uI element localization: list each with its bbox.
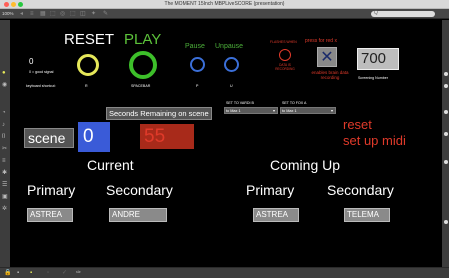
pause-heading: Pause	[185, 43, 205, 50]
gear-icon[interactable]: ✲	[2, 206, 7, 213]
current-heading: Current	[87, 157, 134, 173]
flashes-when-label: FLASHES WHEN	[270, 40, 297, 44]
recording-indicator	[279, 49, 291, 61]
toolbar: 100% ◂ ≡ ▦ ⬚ ◎ ⬚ ◫ ✦ ✎ Q	[0, 9, 449, 19]
play-button[interactable]	[129, 51, 157, 79]
screening-number-label: Screening Number	[358, 76, 388, 80]
set-to-vardi-menu[interactable]: to Max 1 ▾	[224, 107, 278, 114]
coming-up-heading: Coming Up	[270, 157, 341, 173]
play-heading: PLAY	[124, 31, 162, 48]
coming-up-secondary-label: Secondary	[327, 182, 394, 198]
current-primary-value[interactable]: ASTREA	[27, 208, 73, 222]
toolbar-icon-8[interactable]: ✦	[91, 10, 96, 18]
reset-key-label: R	[85, 84, 88, 88]
keyboard-shortcut-label: keyboard shortcut:	[26, 84, 56, 88]
search-icon: Q	[374, 10, 378, 16]
bottom-bar: 🔒 ▪ ▪ ▫ ✓ ✑	[0, 267, 449, 278]
window-title: The MOMENT 15Inch MBPLiveSCORE (presenta…	[164, 1, 285, 7]
toolbar-icon-4[interactable]: ⬚	[50, 10, 56, 18]
lock-icon[interactable]: 🔒	[4, 269, 11, 278]
settings-icon[interactable]: ◉	[2, 82, 7, 89]
data-recording-label: DATA IS RECORDING	[275, 63, 295, 71]
sliders-icon[interactable]: ≡	[2, 158, 6, 165]
set-to-fox-value: to Max 1	[282, 109, 297, 113]
set-to-vardi-label: SET TO VARDI B	[226, 101, 254, 105]
dot-icon[interactable]: ●	[2, 70, 6, 77]
seconds-remaining-value: 55	[140, 124, 194, 149]
screening-number-field[interactable]: 700	[357, 48, 399, 70]
enables-brain-data-label: enables brain data recording	[311, 70, 349, 80]
music-icon[interactable]: ♪	[2, 122, 5, 129]
check-icon[interactable]: ✓	[62, 269, 67, 278]
right-dot-5[interactable]	[444, 160, 448, 164]
coming-up-primary-label: Primary	[246, 182, 295, 198]
search-input[interactable]: Q	[371, 10, 435, 17]
coming-up-secondary-value[interactable]: TELEMA	[344, 208, 390, 222]
current-primary-label: Primary	[27, 182, 76, 198]
set-to-fox-menu[interactable]: to Max 1 ▾	[280, 107, 336, 114]
bracket-icon[interactable]: ⌷	[2, 134, 6, 141]
reset-button[interactable]	[77, 54, 99, 76]
scene-label: scene	[24, 128, 74, 148]
signal-hint: 0 = good signal	[29, 70, 54, 74]
set-to-vardi-value: to Max 1	[226, 109, 241, 113]
reset-heading: RESET	[64, 31, 115, 48]
toolbar-icon-6[interactable]: ⬚	[70, 10, 76, 18]
toolbar-icon-9[interactable]: ✎	[103, 10, 108, 18]
toolbar-icon-1[interactable]: ◂	[20, 10, 23, 18]
title-bar: The MOMENT 15Inch MBPLiveSCORE (presenta…	[0, 0, 449, 9]
unpause-key-label: U	[230, 84, 233, 88]
coming-up-primary-value[interactable]: ASTREA	[253, 208, 299, 222]
toolbar-icon-3[interactable]: ▦	[40, 10, 46, 18]
unpause-button[interactable]	[224, 57, 239, 72]
current-secondary-value[interactable]: ANDRE	[109, 208, 167, 222]
clock-icon[interactable]: ◔	[2, 110, 6, 117]
scissors-icon[interactable]: ✂	[2, 146, 7, 153]
list-icon[interactable]: ☰	[2, 182, 7, 189]
reset-link[interactable]: reset	[343, 117, 372, 132]
zoom-icon[interactable]: ▫	[47, 269, 49, 278]
scene-value[interactable]: 0	[78, 122, 110, 152]
play-key-label: SPACEBAR	[131, 84, 151, 88]
right-dot-3[interactable]	[444, 110, 448, 114]
zoom-level[interactable]: 100%	[2, 11, 14, 16]
grid-icon[interactable]: ▪	[30, 269, 32, 278]
right-dot-2[interactable]	[444, 84, 448, 88]
comment-icon[interactable]: ▪	[17, 269, 19, 278]
pause-key-label: P	[196, 84, 199, 88]
chevron-down-icon: ▾	[330, 108, 333, 113]
toolbar-icon-7[interactable]: ◫	[80, 10, 86, 18]
seconds-remaining-label: Seconds Remaining on scene	[106, 107, 212, 120]
cube-icon[interactable]: ▣	[2, 194, 8, 201]
unpause-heading: Unpause	[215, 43, 244, 50]
set-to-fox-label: SET TO FOX A	[282, 101, 307, 105]
right-sidebar	[442, 20, 449, 267]
red-x-toggle[interactable]: ✕	[317, 47, 337, 67]
signal-value: 0	[29, 57, 34, 66]
toolbar-icon-5[interactable]: ◎	[60, 10, 65, 18]
press-for-red-x-label: press for red x	[305, 38, 337, 44]
spanner-icon[interactable]: ✱	[2, 170, 7, 177]
pause-button[interactable]	[190, 57, 205, 72]
left-sidebar: ● ◉ ◔ ♪ ⌷ ✂ ≡ ✱ ☰ ▣ ✲	[0, 20, 10, 267]
current-secondary-label: Secondary	[106, 182, 173, 198]
right-dot-6[interactable]	[444, 220, 448, 224]
chevron-down-icon: ▾	[272, 108, 275, 113]
set-up-midi-link[interactable]: set up midi	[343, 133, 406, 148]
toolbar-icon-2[interactable]: ≡	[30, 10, 34, 18]
right-dot-4[interactable]	[444, 132, 448, 136]
wrench-icon[interactable]: ✑	[76, 269, 81, 278]
right-dot-1[interactable]	[444, 72, 448, 76]
